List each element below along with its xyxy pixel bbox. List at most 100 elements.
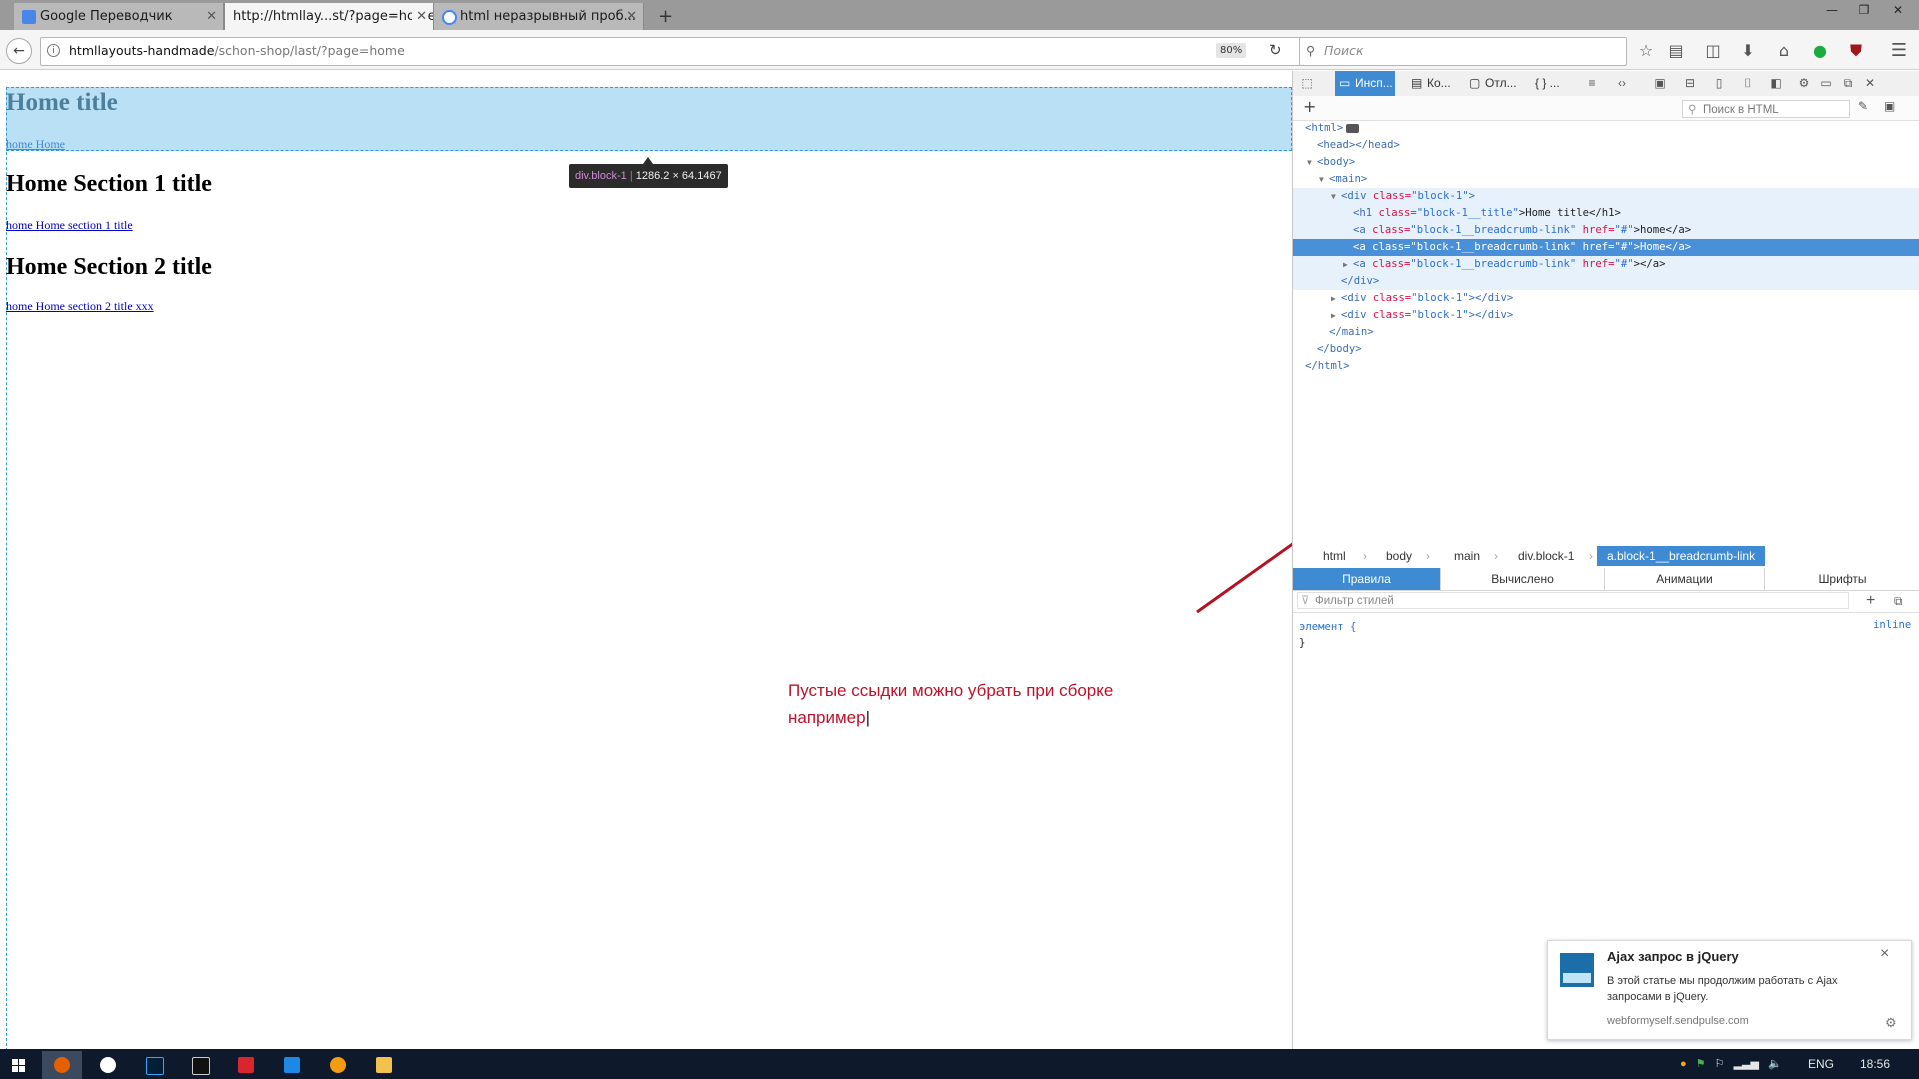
notification-settings-gear-icon[interactable]: ⚙ xyxy=(1885,1015,1897,1031)
breadcrumb-body[interactable]: body xyxy=(1386,546,1412,566)
responsive-design-icon[interactable]: ▯ xyxy=(1707,71,1731,96)
toolbox-icon[interactable]: ⊟ xyxy=(1678,71,1702,96)
language-indicator[interactable]: ENG xyxy=(1808,1049,1834,1079)
tab-rules[interactable]: Правила xyxy=(1293,568,1441,590)
breadcrumb-main[interactable]: main xyxy=(1454,546,1480,566)
start-button[interactable] xyxy=(0,1051,36,1079)
expand-triangle-icon[interactable]: ▶ xyxy=(1331,290,1336,307)
taskbar-app-orange[interactable] xyxy=(318,1051,358,1079)
settings-gear-icon[interactable]: ⚙ xyxy=(1792,71,1816,96)
home-icon[interactable]: ⌂ xyxy=(1775,42,1793,60)
markup-line[interactable]: <head></head> xyxy=(1293,137,1919,154)
taskbar-terminal[interactable] xyxy=(180,1051,220,1079)
markup-line[interactable]: ▼ <div class="block-1"> xyxy=(1293,188,1919,205)
search-box[interactable]: ⚲ Поиск xyxy=(1299,37,1627,66)
dock-icon[interactable]: ▭ xyxy=(1814,71,1838,96)
expand-triangle-icon[interactable]: ▼ xyxy=(1319,171,1324,188)
tab-fonts[interactable]: Шрифты xyxy=(1765,568,1919,590)
tab-inspector[interactable]: ▭ Инсп... xyxy=(1335,71,1395,96)
info-icon[interactable]: i xyxy=(47,44,60,57)
pick-element-icon[interactable]: ⬚ xyxy=(1295,71,1319,96)
markup-line[interactable]: </div> xyxy=(1293,273,1919,290)
grammarly-icon[interactable]: ● xyxy=(1811,42,1829,60)
notification-popup[interactable]: Ajax запрос в jQuery × В этой статье мы … xyxy=(1547,940,1912,1040)
taskbar-file-explorer[interactable] xyxy=(364,1051,404,1079)
section-1-link[interactable]: home Home section 1 title xyxy=(6,218,133,233)
tab-google-translate[interactable]: Google Переводчик ✕ xyxy=(14,3,224,30)
ublock-icon[interactable]: ⛊ xyxy=(1847,42,1865,60)
tray-app-icon[interactable]: ● xyxy=(1680,1058,1687,1070)
bookmarks-library-icon[interactable]: ▤ xyxy=(1667,42,1685,60)
tray-flag-icon[interactable]: ⚑ xyxy=(1696,1058,1706,1070)
close-icon[interactable]: ✕ xyxy=(626,3,637,30)
url-bar[interactable]: i htmllayouts-handmade/schon-shop/last/?… xyxy=(40,37,1302,66)
sidebar-toggle-icon[interactable]: ▣ xyxy=(1884,99,1895,113)
rule-block[interactable]: элемент { } xyxy=(1299,619,1356,651)
taskbar-xmind[interactable] xyxy=(226,1051,266,1079)
separate-window-icon[interactable]: ⧉ xyxy=(1836,71,1860,96)
minimize-icon[interactable]: — xyxy=(1817,0,1847,20)
markup-line[interactable]: ▶ <div class="block-1"></div> xyxy=(1293,307,1919,324)
add-node-icon[interactable]: + xyxy=(1303,97,1316,116)
markup-line[interactable]: </html> xyxy=(1293,358,1919,375)
window-close-icon[interactable]: ✕ xyxy=(1883,0,1913,20)
screenshot-icon[interactable]: ⌷ xyxy=(1736,71,1760,96)
add-rule-icon[interactable]: + xyxy=(1866,590,1875,612)
tray-icons[interactable]: ● ⚑ ⚐ ▂▃▅ 🔈 xyxy=(1680,1049,1782,1079)
markup-line[interactable]: <h1 class="block-1__title">Home title</h… xyxy=(1293,205,1919,222)
markup-line[interactable]: ▼ <main> xyxy=(1293,171,1919,188)
notification-close-icon[interactable]: × xyxy=(1880,945,1889,963)
breadcrumb-html[interactable]: html xyxy=(1323,546,1346,566)
tab-google-search[interactable]: html неразрывный проб... ✕ xyxy=(434,3,644,30)
markup-line-selected[interactable]: <a class="block-1__breadcrumb-link" href… xyxy=(1293,239,1919,256)
tab-style-editor[interactable]: { } ... xyxy=(1529,71,1575,96)
taskbar-yandex[interactable] xyxy=(88,1051,128,1079)
close-icon[interactable]: ✕ xyxy=(412,3,427,30)
devtools-close-icon[interactable]: ✕ xyxy=(1858,71,1882,96)
taskbar-app-blue[interactable] xyxy=(272,1051,312,1079)
menu-icon[interactable]: ☰ xyxy=(1890,42,1908,60)
tab-computed[interactable]: Вычислено xyxy=(1441,568,1605,590)
restore-icon[interactable]: ❐ xyxy=(1849,0,1879,20)
expand-triangle-icon[interactable]: ▶ xyxy=(1331,307,1336,324)
expand-triangle-icon[interactable]: ▼ xyxy=(1331,188,1336,205)
reload-icon[interactable]: ↻ xyxy=(1269,38,1282,63)
breadcrumb-link-home[interactable]: home Home xyxy=(6,137,65,152)
markup-line[interactable]: <html> xyxy=(1293,120,1919,137)
tab-animations[interactable]: Анимации xyxy=(1605,568,1765,590)
breadcrumb-selected-link[interactable]: a.block-1__breadcrumb-link xyxy=(1597,546,1766,566)
bookmark-star-icon[interactable]: ☆ xyxy=(1637,42,1655,60)
eyedropper-icon[interactable]: ✎ xyxy=(1858,99,1868,113)
tray-action-center-icon[interactable]: ⚐ xyxy=(1715,1058,1725,1070)
expand-triangle-icon[interactable]: ▶ xyxy=(1343,256,1348,273)
taskbar-firefox[interactable] xyxy=(42,1051,82,1079)
expand-triangle-icon[interactable]: ▼ xyxy=(1307,154,1312,171)
back-button[interactable]: ← xyxy=(6,38,32,64)
breadcrumb-div[interactable]: div.block-1 xyxy=(1518,546,1574,566)
tab-htmllayouts[interactable]: http://htmllay...st/?page=home ✕ xyxy=(224,3,434,30)
paint-flashing-icon[interactable]: ◧ xyxy=(1764,71,1788,96)
storage-icon[interactable]: ▣ xyxy=(1648,71,1672,96)
close-icon[interactable]: ✕ xyxy=(206,3,217,30)
rule-source[interactable]: inline xyxy=(1873,619,1911,631)
markup-line[interactable]: </body> xyxy=(1293,341,1919,358)
markup-line[interactable]: ▼ <body> xyxy=(1293,154,1919,171)
network-icon[interactable]: ▂▃▅ xyxy=(1734,1058,1759,1070)
network-icon[interactable]: ‹› xyxy=(1610,71,1634,96)
tab-console[interactable]: ▤ Ко... xyxy=(1407,71,1457,96)
pocket-icon[interactable]: ◫ xyxy=(1704,42,1722,60)
performance-icon[interactable]: ≡ xyxy=(1580,71,1604,96)
markup-line[interactable]: ▶ <a class="block-1__breadcrumb-link" hre… xyxy=(1293,256,1919,273)
zoom-level-badge[interactable]: 80% xyxy=(1216,43,1247,58)
markup-line[interactable]: </main> xyxy=(1293,324,1919,341)
toggle-pseudo-class-icon[interactable]: ⧉ xyxy=(1894,590,1903,612)
html-search-input[interactable]: ⚲ Поиск в HTML xyxy=(1682,100,1850,118)
section-2-link[interactable]: home Home section 2 title xxx xyxy=(6,299,154,314)
tab-debugger[interactable]: ▢ Отл... xyxy=(1465,71,1521,96)
markup-line[interactable]: ▶ <div class="block-1"></div> xyxy=(1293,290,1919,307)
volume-icon[interactable]: 🔈 xyxy=(1768,1058,1782,1070)
download-icon[interactable]: ⬇ xyxy=(1739,42,1757,60)
taskbar-photoshop[interactable] xyxy=(134,1051,174,1079)
markup-line[interactable]: <a class="block-1__breadcrumb-link" href… xyxy=(1293,222,1919,239)
new-tab-button[interactable]: + xyxy=(652,3,676,30)
